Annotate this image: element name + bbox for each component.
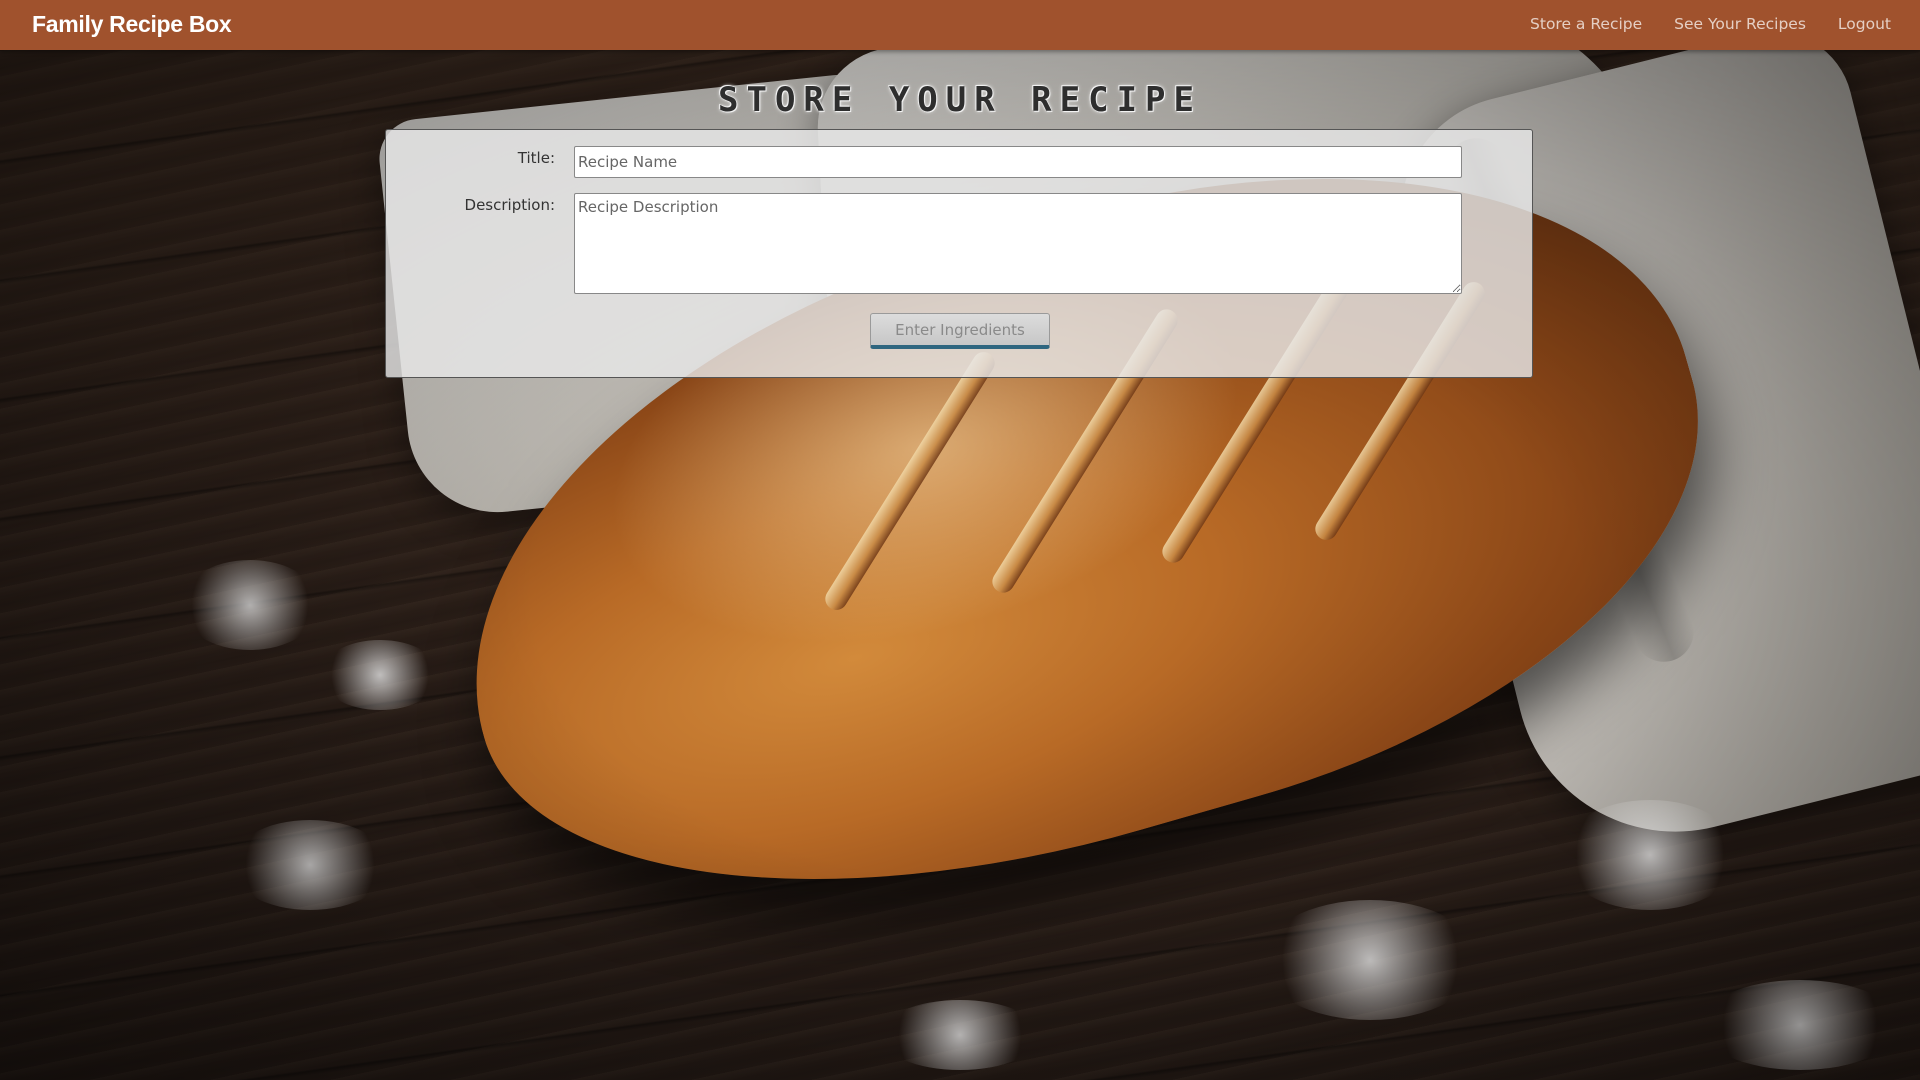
enter-ingredients-button[interactable]: Enter Ingredients xyxy=(870,313,1050,349)
title-input[interactable] xyxy=(574,146,1462,178)
page-title: STORE YOUR RECIPE xyxy=(718,80,1202,120)
title-label: Title: xyxy=(517,149,555,167)
recipe-form: Title: Description: Enter Ingredients xyxy=(385,129,1533,378)
navbar: Family Recipe Box Store a Recipe See You… xyxy=(0,0,1920,50)
description-textarea[interactable] xyxy=(574,193,1462,294)
nav-link-store-recipe[interactable]: Store a Recipe xyxy=(1530,15,1642,33)
nav-links: Store a Recipe See Your Recipes Logout xyxy=(1530,15,1891,33)
brand-logo[interactable]: Family Recipe Box xyxy=(32,11,232,38)
nav-link-see-recipes[interactable]: See Your Recipes xyxy=(1674,15,1806,33)
description-label: Description: xyxy=(464,196,555,214)
nav-link-logout[interactable]: Logout xyxy=(1838,15,1891,33)
